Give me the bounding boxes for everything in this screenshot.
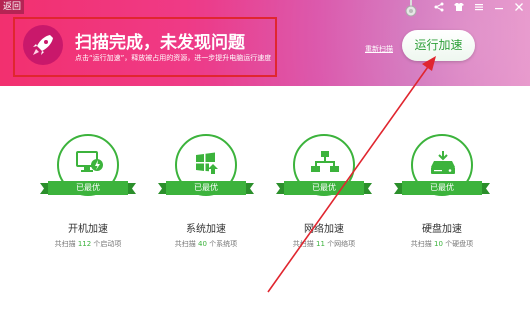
annotation-arrow bbox=[267, 56, 436, 293]
